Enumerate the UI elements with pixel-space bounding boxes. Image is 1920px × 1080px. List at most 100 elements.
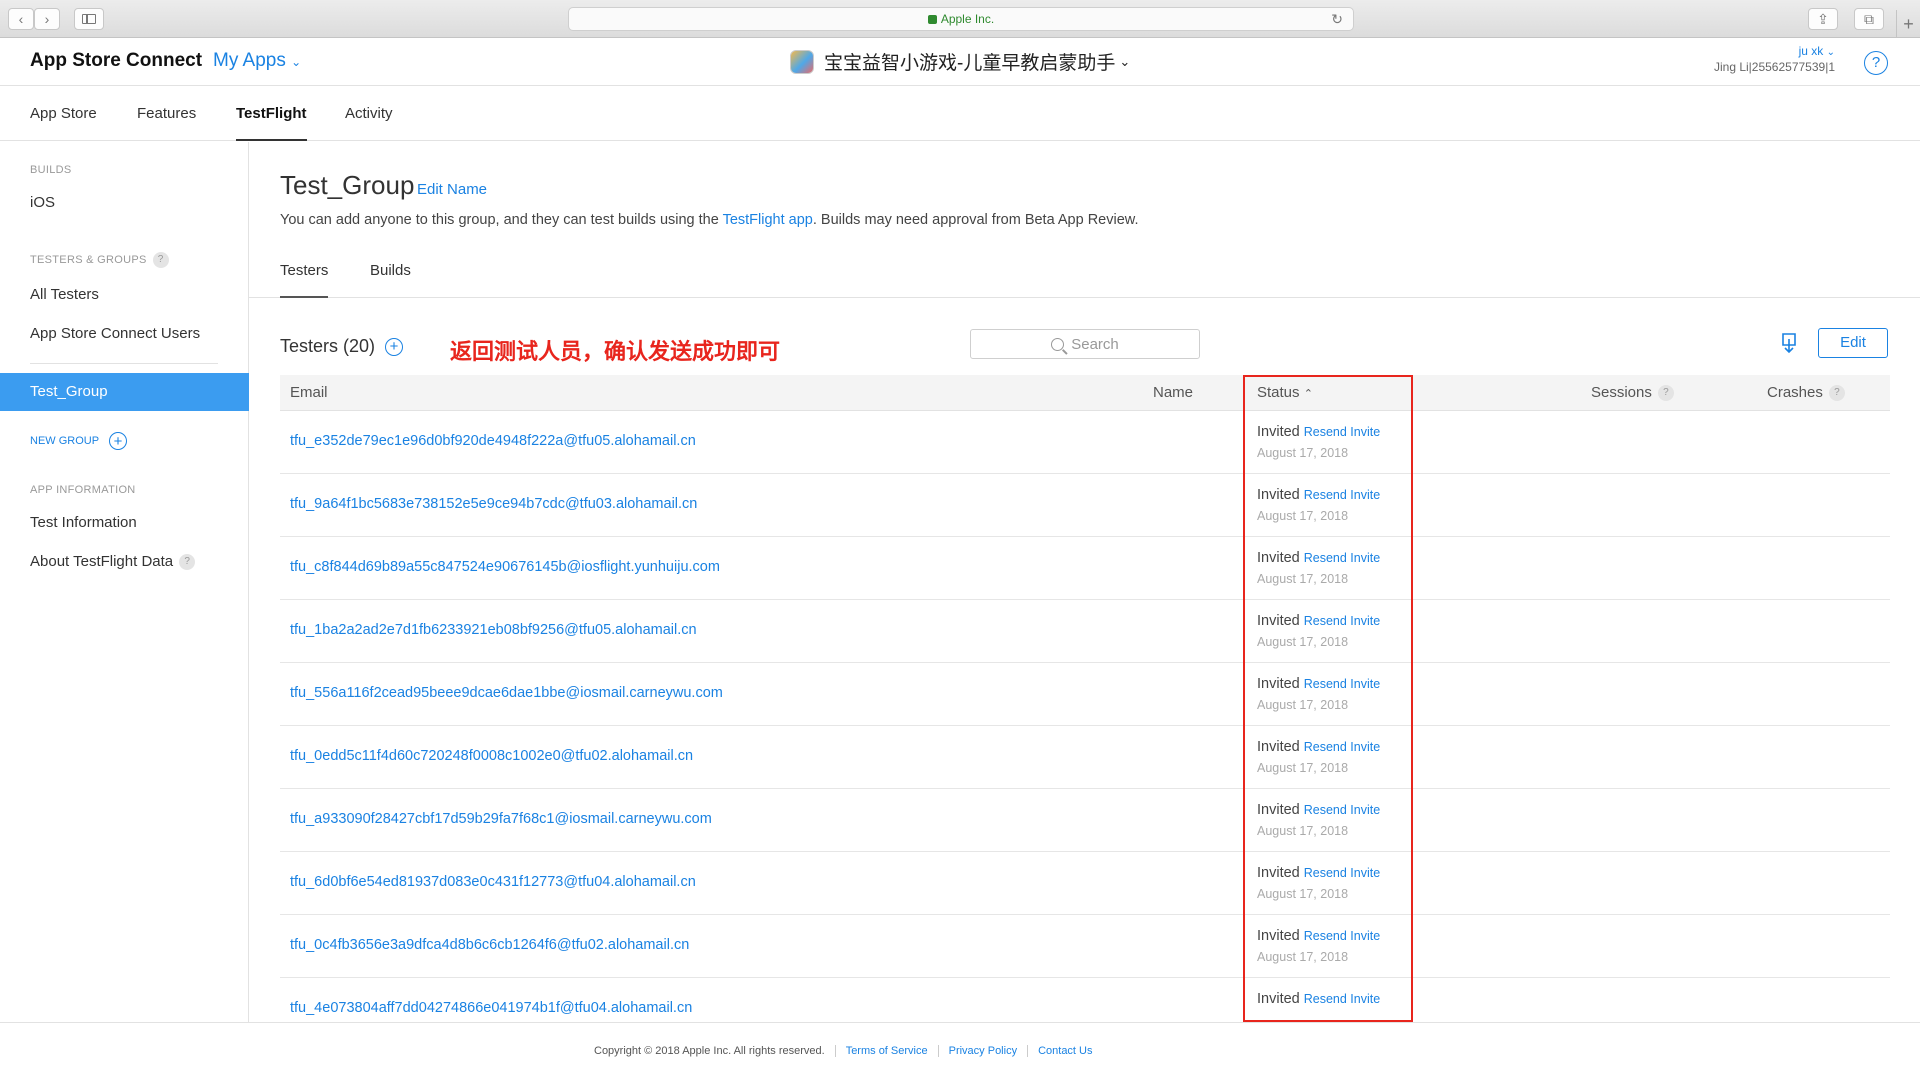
sidebar-item-asc-users[interactable]: App Store Connect Users: [30, 325, 200, 342]
page-title: Test_Group: [280, 170, 415, 200]
table-row: tfu_0edd5c11f4d60c720248f0008c1002e0@tfu…: [280, 726, 1890, 789]
sidebar-toggle-button[interactable]: [74, 8, 104, 30]
invite-date: August 17, 2018: [1257, 761, 1349, 775]
resend-invite-link[interactable]: Resend Invite: [1304, 425, 1380, 439]
address-bar[interactable]: Apple Inc. ↻: [568, 7, 1354, 31]
annotation-text: 返回测试人员，确认发送成功即可: [450, 340, 781, 365]
question-icon[interactable]: ?: [1657, 385, 1674, 402]
tester-status: Invited Resend Invite: [1257, 424, 1381, 440]
app-selector[interactable]: 宝宝益智小游戏-儿童早教启蒙助手 ⌄: [790, 48, 1130, 75]
user-org: Jing Li|25562577539|1: [1713, 60, 1835, 74]
share-button[interactable]: ⇪: [1808, 8, 1838, 30]
my-apps-label: My Apps: [213, 50, 286, 71]
chevron-right-icon: ›: [44, 11, 50, 27]
tester-email[interactable]: tfu_4e073804aff7dd04274866e041974b1f@tfu…: [290, 1000, 692, 1016]
help-icon[interactable]: ?: [1864, 51, 1888, 75]
resend-invite-link[interactable]: Resend Invite: [1304, 929, 1380, 943]
column-sessions[interactable]: Sessions?: [1591, 384, 1674, 402]
chevron-down-icon: ⌄: [1826, 47, 1835, 58]
sidebar-heading-app-info: APP INFORMATION: [30, 484, 136, 496]
chevron-down-icon: ⌄: [291, 55, 302, 69]
resend-invite-link[interactable]: Resend Invite: [1304, 488, 1380, 502]
sidebar-divider: [30, 363, 218, 364]
user-menu[interactable]: ju xk ⌄ Jing Li|25562577539|1: [1714, 44, 1835, 74]
edit-name-link[interactable]: Edit Name: [417, 181, 487, 198]
resend-invite-link[interactable]: Resend Invite: [1304, 803, 1380, 817]
tab-activity[interactable]: Activity: [345, 105, 393, 122]
tester-email[interactable]: tfu_1ba2a2ad2e7d1fb6233921eb08bf9256@tfu…: [290, 622, 697, 638]
edit-button[interactable]: Edit: [1818, 328, 1888, 358]
sidebar-heading-testers: TESTERS & GROUPS?: [30, 252, 169, 268]
terms-link[interactable]: Terms of Service: [846, 1045, 928, 1057]
share-icon: ⇪: [1817, 10, 1829, 27]
invite-date: August 17, 2018: [1257, 824, 1349, 838]
app-header: App Store Connect My Apps ⌄ 宝宝益智小游戏-儿童早教…: [0, 38, 1920, 86]
search-placeholder: Search: [1071, 335, 1119, 353]
app-name: 宝宝益智小游戏-儿童早教启蒙助手: [824, 53, 1116, 74]
privacy-link[interactable]: Privacy Policy: [949, 1045, 1017, 1057]
table-body: tfu_e352de79ec1e96d0bf920de4948f222a@tfu…: [280, 411, 1890, 1021]
tester-email[interactable]: tfu_6d0bf6e54ed81937d083e0c431f12773@tfu…: [290, 874, 696, 890]
column-email[interactable]: Email: [290, 384, 328, 401]
table-row: tfu_e352de79ec1e96d0bf920de4948f222a@tfu…: [280, 411, 1890, 474]
tester-email[interactable]: tfu_e352de79ec1e96d0bf920de4948f222a@tfu…: [290, 433, 696, 449]
new-tab-button[interactable]: +: [1896, 10, 1920, 38]
tabs-button[interactable]: ⧉: [1854, 8, 1884, 30]
table-row: tfu_6d0bf6e54ed81937d083e0c431f12773@tfu…: [280, 852, 1890, 915]
tester-email[interactable]: tfu_c8f844d69b89a55c847524e90676145b@ios…: [290, 559, 720, 575]
reload-icon[interactable]: ↻: [1331, 11, 1343, 28]
sidebar-item-all-testers[interactable]: All Testers: [30, 286, 99, 303]
column-status[interactable]: Status ⌃: [1257, 384, 1313, 401]
forward-button[interactable]: ›: [34, 8, 60, 30]
resend-invite-link[interactable]: Resend Invite: [1304, 866, 1380, 880]
tester-status: Invited Resend Invite: [1257, 802, 1381, 818]
tab-testflight[interactable]: TestFlight: [236, 105, 307, 141]
brand-title[interactable]: App Store Connect: [30, 50, 202, 72]
resend-invite-link[interactable]: Resend Invite: [1304, 740, 1380, 754]
sidebar-item-ios[interactable]: iOS: [30, 194, 55, 211]
resend-invite-link[interactable]: Resend Invite: [1304, 614, 1380, 628]
tester-email[interactable]: tfu_556a116f2cead95beee9dcae6dae1bbe@ios…: [290, 685, 723, 701]
table-row: tfu_4e073804aff7dd04274866e041974b1f@tfu…: [280, 978, 1890, 1021]
sidebar-heading-builds: BUILDS: [30, 164, 72, 176]
tester-email[interactable]: tfu_9a64f1bc5683e738152e5e9ce94b7cdc@tfu…: [290, 496, 697, 512]
tab-testers[interactable]: Testers: [280, 262, 329, 298]
tab-app-store[interactable]: App Store: [30, 105, 97, 122]
resend-invite-link[interactable]: Resend Invite: [1304, 551, 1380, 565]
tester-status: Invited Resend Invite: [1257, 613, 1381, 629]
table-row: tfu_556a116f2cead95beee9dcae6dae1bbe@ios…: [280, 663, 1890, 726]
table-row: tfu_a933090f28427cbf17d59b29fa7f68c1@ios…: [280, 789, 1890, 852]
my-apps-menu[interactable]: My Apps ⌄: [213, 50, 301, 72]
add-tester-icon[interactable]: +: [385, 337, 404, 356]
contact-link[interactable]: Contact Us: [1038, 1045, 1092, 1057]
tester-email[interactable]: tfu_a933090f28427cbf17d59b29fa7f68c1@ios…: [290, 811, 712, 827]
back-button[interactable]: ‹: [8, 8, 34, 30]
download-icon[interactable]: [1780, 331, 1798, 355]
tab-builds[interactable]: Builds: [370, 262, 411, 279]
tab-features[interactable]: Features: [137, 105, 196, 122]
new-group-button[interactable]: NEW GROUP +: [30, 432, 128, 450]
tester-status: Invited Resend Invite: [1257, 928, 1381, 944]
chevron-left-icon: ‹: [18, 11, 24, 27]
resend-invite-link[interactable]: Resend Invite: [1304, 992, 1380, 1006]
tester-email[interactable]: tfu_0edd5c11f4d60c720248f0008c1002e0@tfu…: [290, 748, 693, 764]
question-icon[interactable]: ?: [179, 554, 196, 571]
browser-toolbar: ‹ › Apple Inc. ↻ ⇪ ⧉ +: [0, 0, 1920, 38]
testflight-app-link[interactable]: TestFlight app: [723, 212, 813, 228]
column-crashes[interactable]: Crashes?: [1767, 384, 1845, 402]
column-name[interactable]: Name: [1153, 384, 1193, 401]
tester-email[interactable]: tfu_0c4fb3656e3a9dfca4d8b6c6cb1264f6@tfu…: [290, 937, 689, 953]
table-row: tfu_c8f844d69b89a55c847524e90676145b@ios…: [280, 537, 1890, 600]
table-header: Email Name Status ⌃ Sessions? Crashes?: [280, 375, 1890, 411]
tester-status: Invited Resend Invite: [1257, 550, 1381, 566]
sidebar-item-test-information[interactable]: Test Information: [30, 514, 137, 531]
question-icon[interactable]: ?: [1828, 385, 1845, 402]
new-group-label: NEW GROUP: [30, 435, 100, 447]
sidebar-item-test-group[interactable]: Test_Group: [0, 373, 249, 411]
resend-invite-link[interactable]: Resend Invite: [1304, 677, 1380, 691]
invite-date: August 17, 2018: [1257, 950, 1349, 964]
sidebar-item-about-data[interactable]: About TestFlight Data?: [30, 553, 196, 571]
search-input[interactable]: Search: [970, 329, 1200, 359]
question-icon[interactable]: ?: [152, 252, 169, 268]
tabs-icon: ⧉: [1864, 10, 1874, 27]
